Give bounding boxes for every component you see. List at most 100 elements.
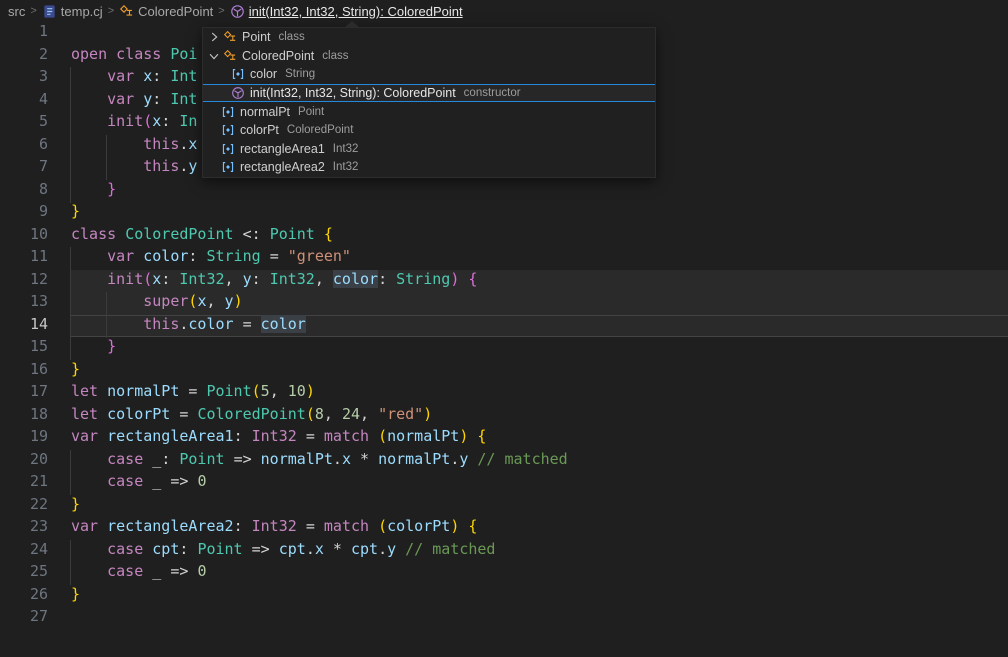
code-token bbox=[71, 180, 107, 198]
symbol-picker-row-init[interactable]: init(Int32, Int32, String): ColoredPoint… bbox=[203, 84, 655, 103]
line-number[interactable]: 8 bbox=[0, 180, 48, 203]
line-number[interactable]: 2 bbox=[0, 45, 48, 68]
line-number[interactable]: 15 bbox=[0, 337, 48, 360]
code-line[interactable]: } bbox=[71, 360, 80, 383]
code-token bbox=[161, 67, 170, 85]
symbol-detail: constructor bbox=[464, 87, 521, 99]
line-number[interactable]: 10 bbox=[0, 225, 48, 248]
code-token: { bbox=[468, 517, 477, 535]
line-number[interactable]: 6 bbox=[0, 135, 48, 158]
line-number[interactable]: 25 bbox=[0, 562, 48, 585]
code-line[interactable]: } bbox=[71, 180, 116, 203]
code-line[interactable]: } bbox=[71, 495, 80, 518]
code-token: ( bbox=[306, 405, 315, 423]
code-line[interactable]: case _ => 0 bbox=[71, 562, 206, 585]
code-token bbox=[71, 67, 107, 85]
code-token bbox=[161, 90, 170, 108]
code-token bbox=[351, 450, 360, 468]
line-number[interactable]: 18 bbox=[0, 405, 48, 428]
breadcrumb-item-init[interactable]: init(Int32, Int32, String): ColoredPoint bbox=[230, 4, 463, 19]
chevron-down-icon[interactable] bbox=[207, 49, 221, 63]
code-line[interactable]: init(x: In bbox=[71, 112, 197, 135]
code-token: => bbox=[252, 540, 270, 558]
line-number[interactable]: 12 bbox=[0, 270, 48, 293]
code-line[interactable]: this.x bbox=[71, 135, 197, 158]
code-token: = bbox=[270, 247, 279, 265]
code-token: init bbox=[107, 270, 143, 288]
code-token: 0 bbox=[197, 472, 206, 490]
code-line[interactable]: let normalPt = Point(5, 10) bbox=[71, 382, 315, 405]
line-number[interactable]: 22 bbox=[0, 495, 48, 518]
code-line[interactable]: super(x, y) bbox=[71, 292, 243, 315]
symbol-picker-row-color[interactable]: colorString bbox=[203, 65, 655, 84]
line-number[interactable]: 24 bbox=[0, 540, 48, 563]
symbol-picker-row-point[interactable]: Pointclass bbox=[203, 28, 655, 47]
symbol-picker-row-rectanglearea2[interactable]: rectangleArea2Int32 bbox=[203, 158, 655, 177]
code-line[interactable]: case _: Point => normalPt.x * normalPt.y… bbox=[71, 450, 568, 473]
code-line[interactable]: var y: Int bbox=[71, 90, 197, 113]
line-number[interactable]: 26 bbox=[0, 585, 48, 608]
line-number[interactable]: 17 bbox=[0, 382, 48, 405]
code-token: * bbox=[360, 450, 369, 468]
line-number[interactable]: 16 bbox=[0, 360, 48, 383]
line-number[interactable]: 19 bbox=[0, 427, 48, 450]
chevron-right-icon[interactable] bbox=[207, 30, 221, 44]
code-token: : bbox=[234, 427, 243, 445]
code-line[interactable]: open class Poi bbox=[71, 45, 197, 68]
line-number[interactable]: 11 bbox=[0, 247, 48, 270]
code-line[interactable]: let colorPt = ColoredPoint(8, 24, "red") bbox=[71, 405, 432, 428]
symbol-picker-row-colorpt[interactable]: colorPtColoredPoint bbox=[203, 121, 655, 140]
code-token: var bbox=[107, 247, 134, 265]
code-token: String bbox=[396, 270, 450, 288]
code-token bbox=[143, 472, 152, 490]
code-line[interactable]: this.y bbox=[71, 157, 197, 180]
code-line[interactable]: var color: String = "green" bbox=[71, 247, 351, 270]
line-number[interactable]: 20 bbox=[0, 450, 48, 473]
line-number[interactable]: 4 bbox=[0, 90, 48, 113]
line-number[interactable]: 23 bbox=[0, 517, 48, 540]
line-number[interactable]: 21 bbox=[0, 472, 48, 495]
line-number[interactable]: 14 bbox=[0, 315, 48, 338]
line-number[interactable]: 1 bbox=[0, 22, 48, 45]
code-token: _ bbox=[152, 562, 161, 580]
symbol-picker-row-coloredpoint[interactable]: ColoredPointclass bbox=[203, 47, 655, 66]
breadcrumb-item-src[interactable]: src bbox=[8, 4, 25, 19]
line-number[interactable]: 5 bbox=[0, 112, 48, 135]
breadcrumb: src>temp.cj>ColoredPoint>init(Int32, Int… bbox=[0, 0, 1008, 22]
line-number[interactable]: 7 bbox=[0, 157, 48, 180]
symbol-label: init(Int32, Int32, String): ColoredPoint bbox=[250, 86, 456, 100]
code-token: ( bbox=[143, 112, 152, 130]
code-line[interactable]: } bbox=[71, 202, 80, 225]
symbol-picker-row-normalpt[interactable]: normalPtPoint bbox=[203, 102, 655, 121]
code-token: _ bbox=[152, 450, 161, 468]
code-line[interactable]: var x: Int bbox=[71, 67, 197, 90]
code-line[interactable]: this.color = color bbox=[71, 315, 306, 338]
code-token: ( bbox=[252, 382, 261, 400]
code-token bbox=[71, 472, 107, 490]
code-token: Int32 bbox=[270, 270, 315, 288]
line-number[interactable]: 27 bbox=[0, 607, 48, 630]
code-line[interactable]: } bbox=[71, 585, 80, 608]
code-token: colorPt bbox=[107, 405, 170, 423]
code-token bbox=[98, 517, 107, 535]
code-line[interactable]: init(x: Int32, y: Int32, color: String) … bbox=[71, 270, 477, 293]
line-number[interactable]: 3 bbox=[0, 67, 48, 90]
code-line[interactable]: case cpt: Point => cpt.x * cpt.y // matc… bbox=[71, 540, 495, 563]
code-line[interactable]: var rectangleArea1: Int32 = match (norma… bbox=[71, 427, 486, 450]
breadcrumb-item-temp-cj[interactable]: temp.cj bbox=[42, 4, 103, 19]
code-line[interactable]: var rectangleArea2: Int32 = match (color… bbox=[71, 517, 477, 540]
breadcrumb-item-coloredpoint[interactable]: ColoredPoint bbox=[119, 4, 213, 19]
symbol-label: ColoredPoint bbox=[242, 49, 314, 63]
code-line[interactable]: class ColoredPoint <: Point { bbox=[71, 225, 333, 248]
code-token: this bbox=[143, 157, 179, 175]
code-token bbox=[98, 382, 107, 400]
code-line[interactable]: case _ => 0 bbox=[71, 472, 206, 495]
line-number[interactable]: 9 bbox=[0, 202, 48, 225]
code-token bbox=[161, 45, 170, 63]
symbol-picker-row-rectanglearea1[interactable]: rectangleArea1Int32 bbox=[203, 140, 655, 159]
code-token: rectangleArea2 bbox=[107, 517, 233, 535]
code-token bbox=[71, 270, 107, 288]
code-line[interactable]: } bbox=[71, 337, 116, 360]
code-token: } bbox=[71, 202, 80, 220]
line-number[interactable]: 13 bbox=[0, 292, 48, 315]
